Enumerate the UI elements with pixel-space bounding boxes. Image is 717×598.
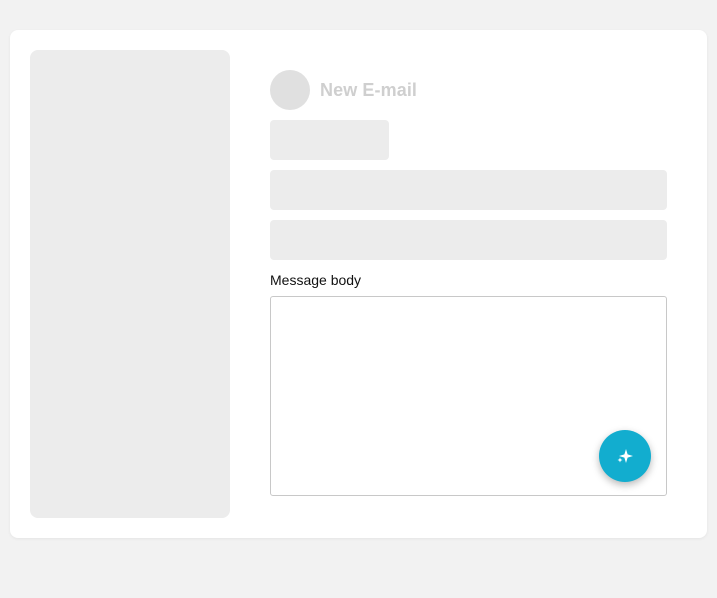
page-title: New E-mail <box>320 79 418 100</box>
compose-header: New E-mail <box>270 70 417 110</box>
sidebar-placeholder <box>30 50 230 518</box>
sparkles-icon <box>616 447 634 465</box>
ai-assist-button[interactable] <box>599 430 651 482</box>
avatar <box>270 70 310 110</box>
skeleton-field-short <box>270 120 389 160</box>
message-body-label: Message body <box>270 272 362 288</box>
skeleton-field-recipient <box>270 170 667 210</box>
compose-card: New E-mail Message body <box>10 30 707 538</box>
skeleton-field-subject <box>270 220 667 260</box>
